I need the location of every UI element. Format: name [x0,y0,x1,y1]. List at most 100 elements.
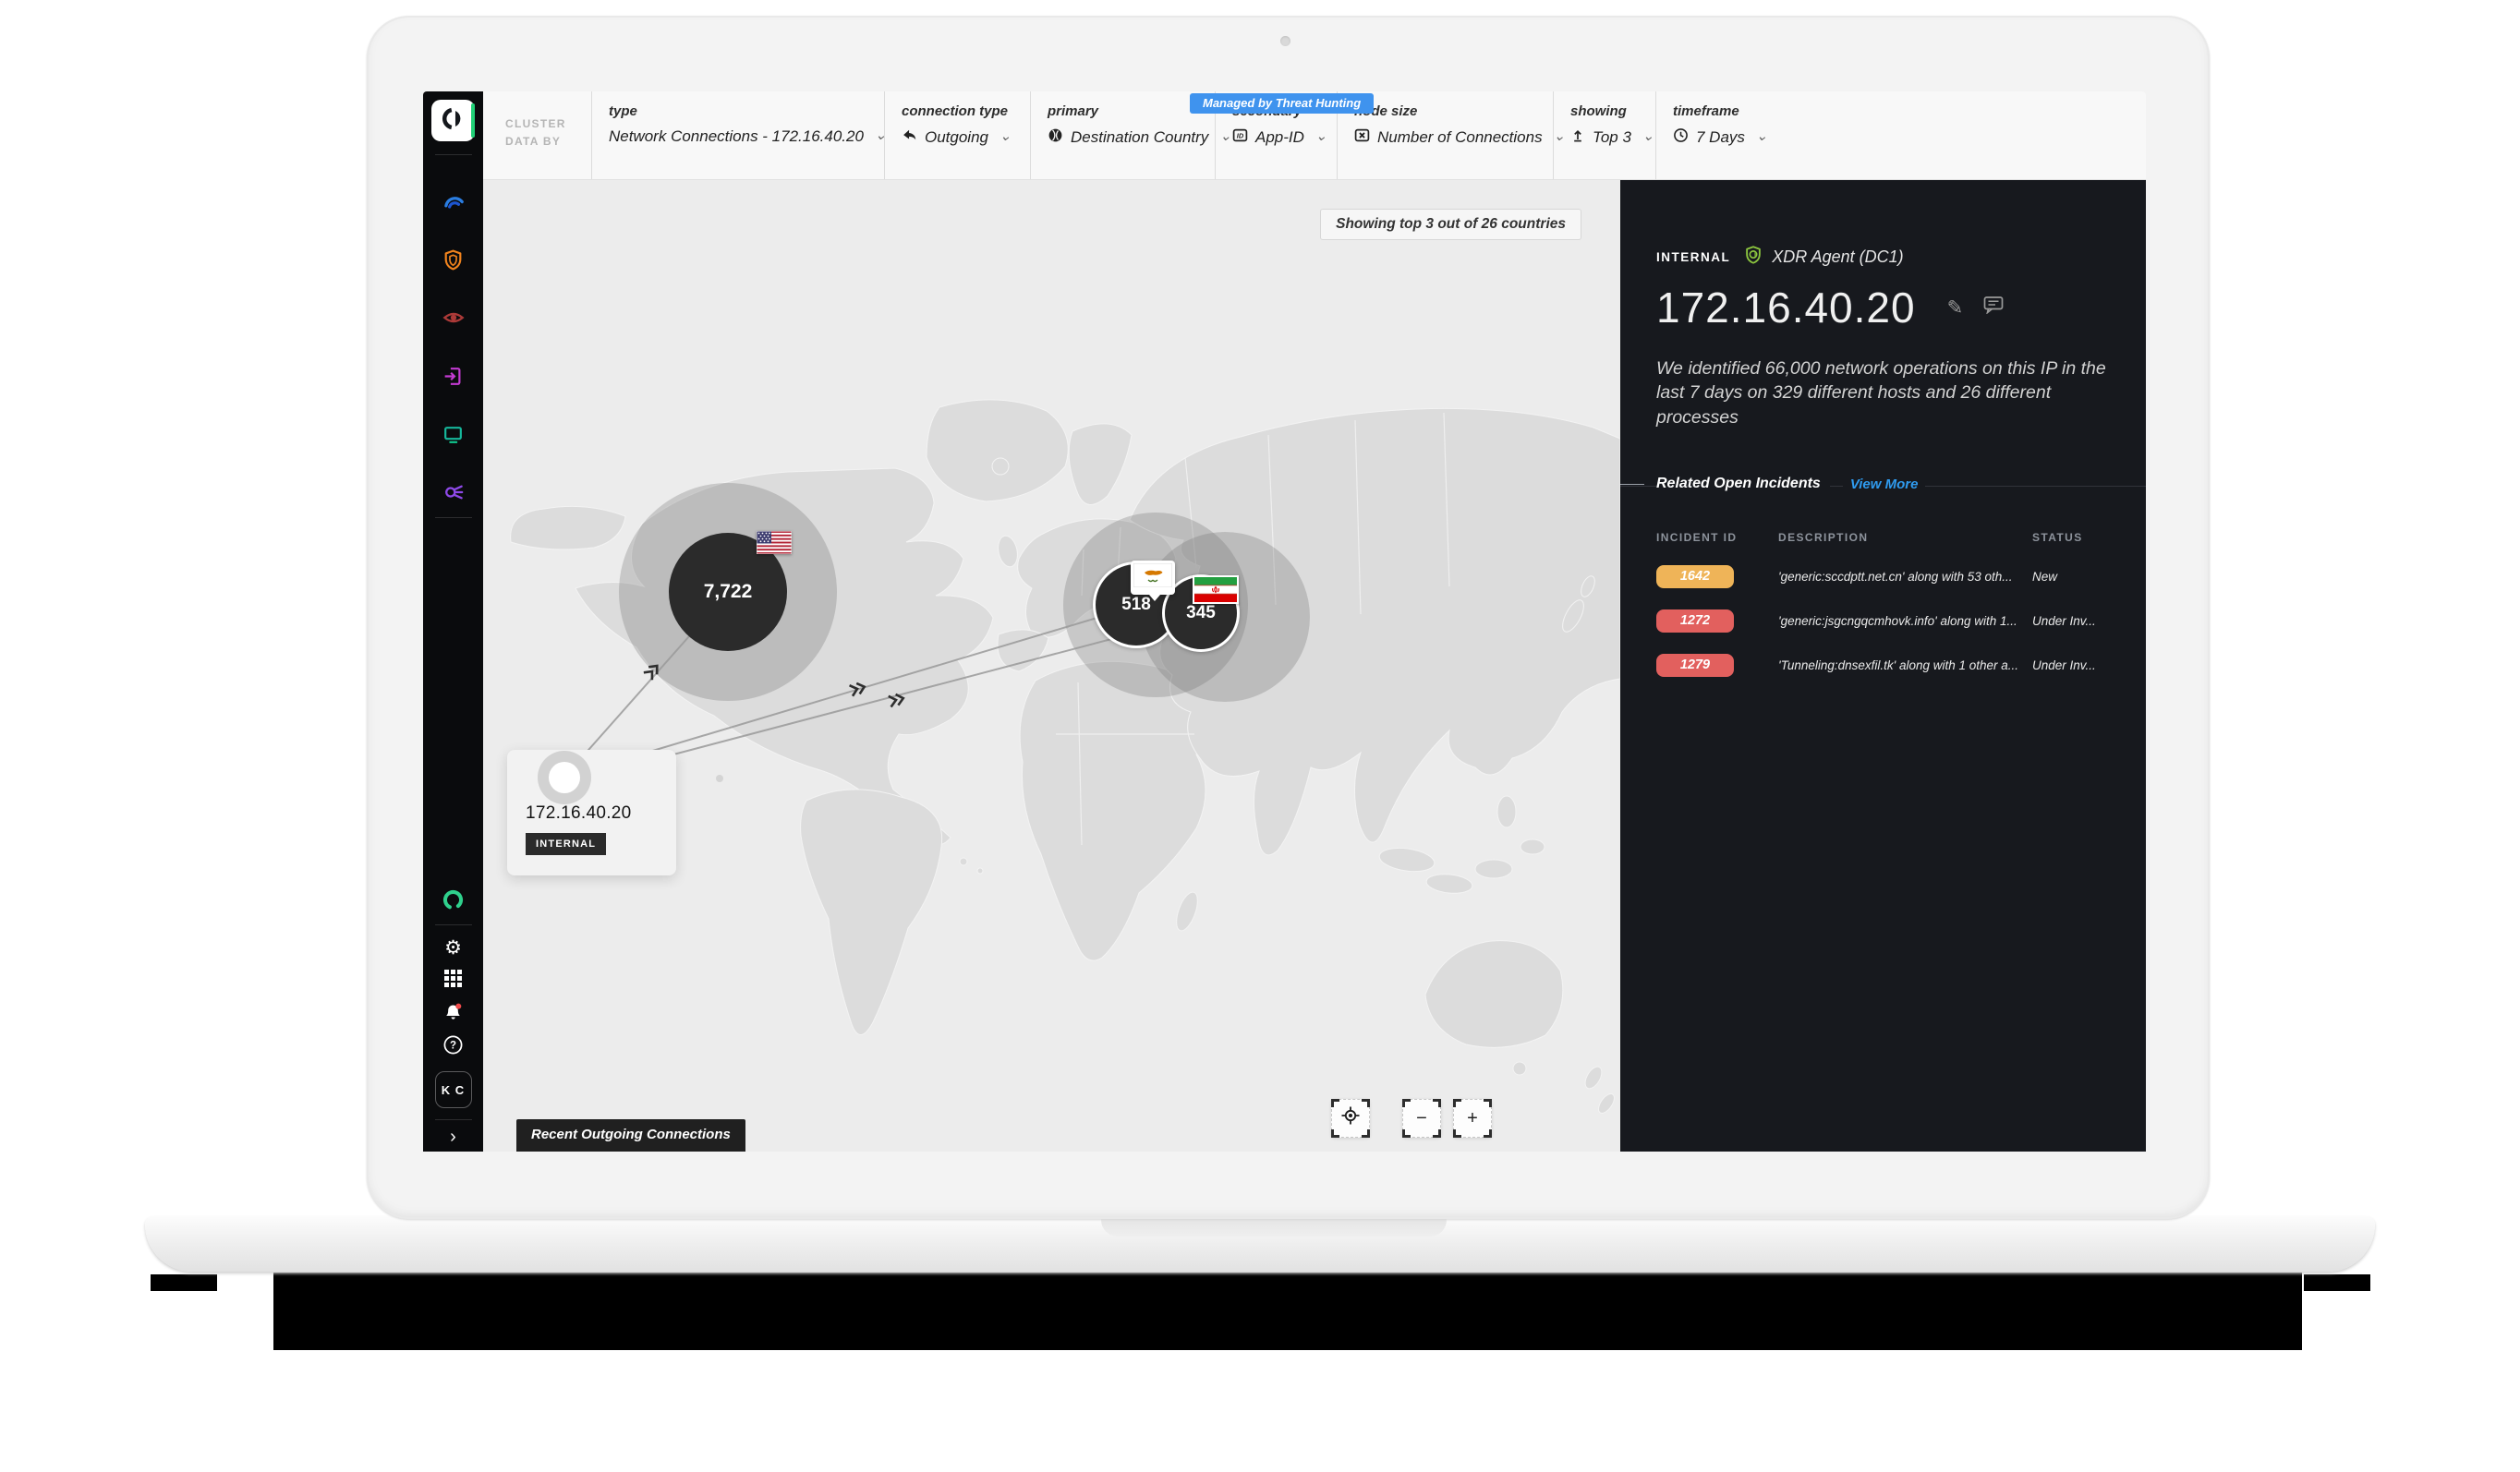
chevron-down-icon: ⌄ [1000,127,1012,144]
apps-button[interactable] [442,970,465,992]
sidebar-item-network-graph[interactable] [442,480,466,504]
chevron-down-icon: ⌄ [1554,127,1566,144]
incident-row[interactable]: 1279 'Tunneling:dnsexfil.tk' along with … [1656,654,2118,677]
connection-lines [483,180,1620,1152]
incident-row[interactable]: 1642 'generic:sccdptt.net.cn' along with… [1656,565,2118,588]
sidebar-item-brand[interactable] [442,887,466,911]
internal-badge: INTERNAL [526,833,606,855]
sidebar-item-analytics[interactable] [442,189,466,213]
arcs-icon [442,189,466,213]
view-more-link[interactable]: View More [1843,477,1926,492]
laptop-shadow [151,1274,217,1291]
source-node-tooltip: 172.16.40.20 INTERNAL [507,750,676,875]
filter-value: App-ID [1255,128,1304,147]
iran-flag-icon [1193,575,1239,604]
id-box-icon: ID [1232,127,1248,148]
filter-label: connection type [902,103,1030,119]
arrow-up-bar-icon [1570,127,1585,147]
sidebar-item-endpoints[interactable] [442,422,466,446]
filter-timeframe[interactable]: timeframe 7 Days ⌄ [1655,91,1794,179]
laptop-base [145,1216,2375,1272]
cluster-toolbar: Managed by Threat Hunting CLUSTER DATA B… [483,91,2146,180]
incident-id-badge[interactable]: 1642 [1656,565,1734,588]
sidebar-item-protection[interactable] [442,247,466,271]
user-avatar[interactable]: K C [435,1071,472,1108]
incident-description: 'generic:jsgcngqcmhovk.info' along with … [1778,614,2032,628]
edit-pencil-icon[interactable]: ✎ [1947,296,1964,320]
panel-summary: We identified 66,000 network operations … [1656,356,2109,429]
incident-id-badge[interactable]: 1279 [1656,654,1734,677]
cortex-logo-icon [441,106,466,136]
notifications-button[interactable] [442,1003,465,1025]
cyprus-flag-icon [1131,561,1175,601]
filter-label: timeframe [1673,103,1794,119]
panel-ip: 172.16.40.20 [1656,283,1916,332]
comment-icon[interactable] [1983,296,2004,320]
document-arrow-icon [442,365,465,388]
filter-showing[interactable]: showing Top 3 ⌄ [1553,91,1655,179]
column-header-incident-id: INCIDENT ID [1656,531,1778,544]
clock-icon [1673,127,1689,148]
crosshair-icon [1340,1105,1361,1131]
x-box-icon [1354,127,1370,148]
center-map-button[interactable] [1331,1099,1370,1138]
question-icon: ? [442,1034,464,1060]
sidebar-expand-button[interactable]: › [450,1128,456,1146]
internal-label: INTERNAL [1656,250,1730,264]
map-note: Showing top 3 out of 26 countries [1320,209,1581,240]
chevron-down-icon: ⌄ [1642,127,1654,144]
filter-connection-type[interactable]: connection type Outgoing ⌄ [884,91,1030,179]
laptop-shadow [2304,1274,2370,1291]
chevron-down-icon: ⌄ [1219,127,1231,144]
filter-type[interactable]: type Network Connections - 172.16.40.20 … [591,91,884,179]
minus-icon: − [1416,1108,1427,1129]
incident-id-badge[interactable]: 1272 [1656,609,1734,633]
svg-text:ID: ID [1237,132,1244,140]
incidents-title: Related Open Incidents [1656,476,1830,492]
shield-icon [442,248,465,271]
recent-connections-panel[interactable]: Recent Outgoing Connections [516,1119,745,1152]
agent-label: XDR Agent (DC1) [1743,245,1903,270]
divider [435,924,472,925]
zoom-in-button[interactable]: + [1453,1099,1492,1138]
gear-icon: ⚙ [444,938,462,958]
incident-status: Under Inv... [2032,658,2118,672]
filter-primary[interactable]: primary Destination Country ⌄ [1030,91,1215,179]
incident-description: 'Tunneling:dnsexfil.tk' along with 1 oth… [1778,658,2032,672]
chevron-down-icon: ⌄ [1315,127,1327,144]
filter-label: type [609,103,884,119]
filter-label: showing [1570,103,1655,119]
chevron-down-icon: ⌄ [875,127,887,143]
green-ring-icon [441,887,466,912]
sidebar-item-threat-visibility[interactable] [442,306,466,330]
incident-row[interactable]: 1272 'generic:jsgcngqcmhovk.info' along … [1656,609,2118,633]
sidebar-item-reports[interactable] [442,364,466,388]
grid-icon [444,970,462,992]
divider [435,154,472,155]
app-screen: ⚙ [423,91,2146,1152]
us-flag-icon [757,531,792,554]
help-button[interactable]: ? [442,1036,465,1058]
source-node-dot [549,762,580,793]
sidebar-item-home[interactable] [431,100,475,141]
svg-text:?: ? [450,1041,456,1052]
incident-description: 'generic:sccdptt.net.cn' along with 53 o… [1778,570,2032,584]
details-panel: INTERNAL XDR Agent (DC1) [1620,180,2146,1152]
divider [435,1119,472,1120]
bell-icon [442,1001,465,1028]
managed-by-badge: Managed by Threat Hunting [1190,93,1374,114]
filter-value: Outgoing [925,128,988,147]
incident-status: Under Inv... [2032,614,2118,628]
laptop-shadow [273,1273,2302,1350]
settings-button[interactable]: ⚙ [442,936,465,959]
globe-icon [1048,127,1063,148]
source-node[interactable] [538,751,591,804]
divider [435,517,472,518]
zoom-out-button[interactable]: − [1402,1099,1441,1138]
filter-value: Number of Connections [1377,128,1543,147]
main-column: Managed by Threat Hunting CLUSTER DATA B… [483,91,2146,1152]
webcam-dot [1280,36,1290,46]
arrow-chevron-icon [850,682,866,696]
outgoing-arrow-icon [902,127,917,148]
world-map-canvas[interactable]: 172.16.40.20 INTERNAL 7,722 518 345 [483,180,1620,1152]
